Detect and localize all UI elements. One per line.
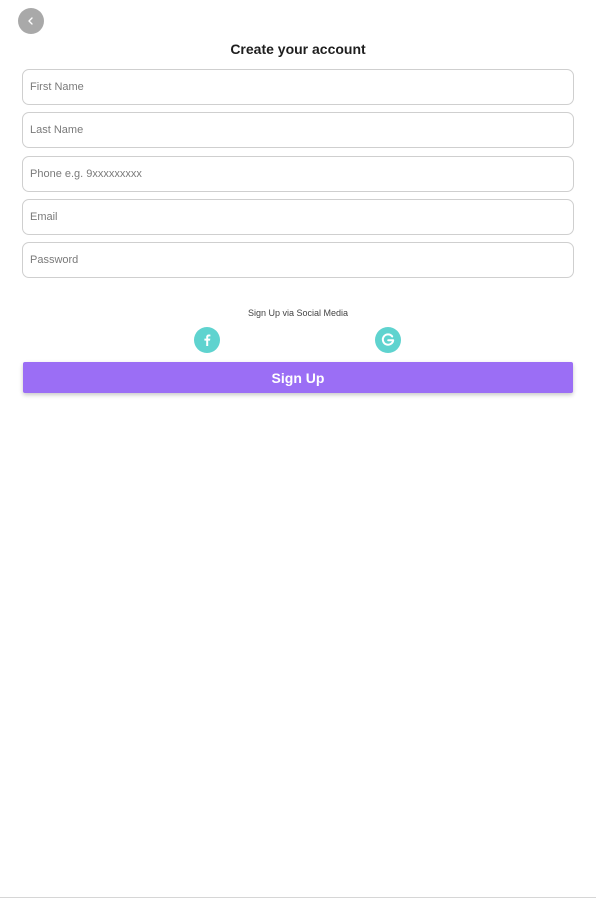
sign-up-button[interactable]: Sign Up [23,362,573,393]
bottom-divider [0,897,596,898]
google-signup-button[interactable] [375,327,401,353]
password-field[interactable] [22,242,574,279]
facebook-signup-button[interactable] [194,327,220,353]
signup-form [22,69,574,285]
email-field[interactable] [22,198,574,235]
phone-field[interactable] [22,155,574,192]
social-signup-caption: Sign Up via Social Media [247,308,349,318]
back-button[interactable] [18,8,44,34]
google-icon [380,332,396,348]
last-name-field[interactable] [22,112,574,149]
page-title: Create your account [230,41,366,57]
chevron-left-icon [26,16,36,26]
first-name-field[interactable] [22,69,574,105]
facebook-icon [200,333,214,347]
